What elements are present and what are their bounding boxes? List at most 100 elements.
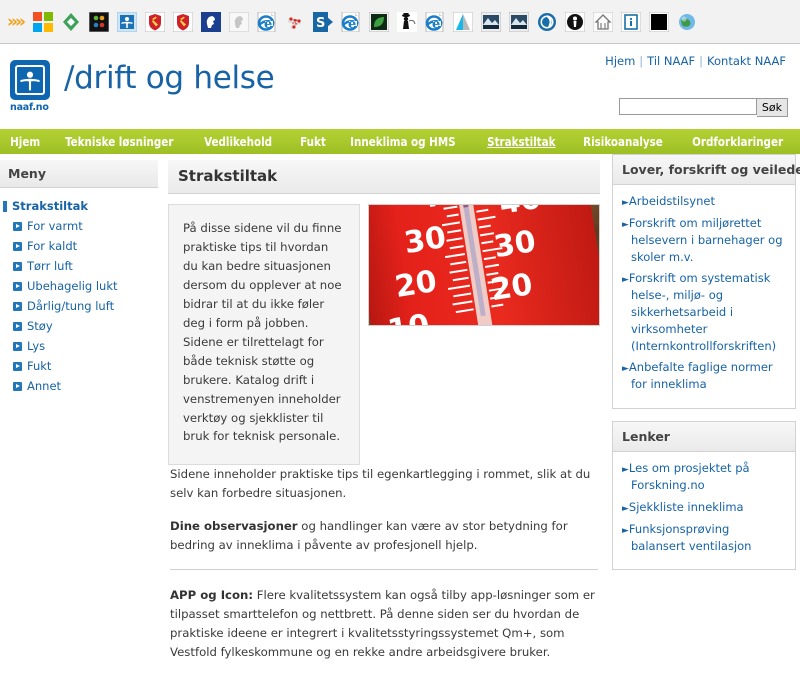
arrow-bullet-icon [13,341,22,351]
search-form[interactable]: Søk [618,98,788,117]
blue-swirl-icon[interactable] [534,9,560,35]
sidebar-item-t-rr-luft[interactable]: Tørr luft [0,256,158,276]
green-diamond-icon[interactable] [58,9,84,35]
panel-links[interactable]: ►Les om prosjektet på Forskning.no ►Sjekk… [613,452,795,569]
joomla-icon[interactable] [86,9,112,35]
arrow-bullet-icon [13,221,22,231]
nav-item-vedlikehold[interactable]: Vedlikehold [194,134,282,149]
black-square-icon[interactable] [646,9,672,35]
sidebar-item-st-y[interactable]: Støy [0,316,158,336]
panel-lover-forskrift-og-veiledere: Lover, forskrift og veiledere ►Arbeidstil… [612,154,800,409]
nav-item-strakstiltak[interactable]: Strakstiltak [477,134,566,149]
naaf-person-icon [20,71,40,91]
sidebar-item-label[interactable]: Støy [27,319,53,333]
nav-item-ordforklaringer[interactable]: Ordforklaringer [682,134,793,149]
red-pinwheel-icon[interactable] [282,9,308,35]
grey-lion-icon[interactable] [226,9,252,35]
sidebar-item-label[interactable]: Fukt [27,359,51,373]
nav-item-tekniske-l-sninger[interactable]: Tekniske løsninger [55,134,184,149]
top-link-separator-2: | [699,54,704,68]
sidebar-item-label[interactable]: Dårlig/tung luft [27,299,114,313]
paragraph-1: Sidene inneholder praktiske tips til ege… [170,467,591,501]
sidebar-item-annet[interactable]: Annet [0,376,158,396]
nav-item-risikoanalyse[interactable]: Risikoanalyse [573,134,673,149]
oslo-lion-icon[interactable] [198,9,224,35]
nav-item-fukt[interactable]: Fukt [290,134,336,149]
intro-row: På disse sidene vil du finne praktiske t… [168,204,600,466]
internet-explorer-icon[interactable]: e [254,9,280,35]
page-title: /drift og helse [64,60,275,96]
naaf-icon[interactable] [114,9,140,35]
house-outline-icon[interactable] [590,9,616,35]
panel-link[interactable]: ►Forskrift om systematisk helse-, miljø-… [622,270,786,354]
sidebar-item-ubehagelig-lukt[interactable]: Ubehagelig lukt [0,276,158,296]
black-circle-figure-icon[interactable] [562,9,588,35]
panel-links[interactable]: ►Arbeidstilsynet ►Forskrift om miljørette… [613,185,795,408]
triangle-bullet-icon: ► [622,464,629,475]
search-input[interactable] [618,98,757,115]
panel-link[interactable]: ►Forskrift om miljørettet helsevern i ba… [622,215,786,265]
naaf-logo-mark [10,60,50,100]
search-button[interactable]: Søk [756,98,788,117]
panel-link[interactable]: ►Les om prosjektet på Forskning.no [622,460,786,494]
naaf-logo-frame [15,65,45,95]
sidebar-item-label[interactable]: Strakstiltak [12,199,88,213]
panel-lenker: Lenker ►Les om prosjektet på Forskning.no… [612,420,796,571]
arrow-bullet-icon [13,301,22,311]
triangle-bullet-icon: ► [622,364,629,375]
arrow-bullet-icon [13,381,22,391]
panel-title: Lover, forskrift og veiledere [613,155,800,185]
globe-icon[interactable] [674,9,700,35]
sharepoint-icon[interactable]: S [310,9,336,35]
sidebar-item-for-kaldt[interactable]: For kaldt [0,236,158,256]
info-icon[interactable] [618,9,644,35]
top-link-hjem[interactable]: Hjem [605,54,635,68]
top-link-kontakt-naaf[interactable]: Kontakt NAAF [707,54,786,68]
top-link-til-naaf[interactable]: Til NAAF [647,54,695,68]
arrow-bullet-icon [13,261,22,271]
sidebar-menu[interactable]: Strakstiltak For varmt For kaldt Tørr luft U… [0,188,158,396]
chimney-sweep-icon[interactable] [394,9,420,35]
browser-bookmarks-bar[interactable]: »» e Se e [0,0,800,44]
sidebar-item-label[interactable]: Annet [27,379,61,393]
sidebar-item-label[interactable]: Ubehagelig lukt [27,279,118,293]
arrow-bullet-icon [13,281,22,291]
chevron-overflow-icon[interactable]: »» [2,9,28,35]
sidebar-item-strakstiltak[interactable]: Strakstiltak [0,196,158,216]
web-page: Hjem | Til NAAF | Kontakt NAAF naaf.no /drif… [0,44,800,675]
sidebar-item-label[interactable]: For kaldt [27,239,77,253]
sidebar-item-fukt[interactable]: Fukt [0,356,158,376]
nav-item-hjem[interactable]: Hjem [0,134,50,149]
internet-explorer-icon-2[interactable]: e [338,9,364,35]
internet-explorer-icon-3[interactable]: e [422,9,448,35]
paragraph-3: APP og Icon: Flere kvalitetssystem kan o… [170,586,598,662]
blue-house-icon[interactable] [450,9,476,35]
sidebar-item-lys[interactable]: Lys [0,336,158,356]
sidebar-item-for-varmt[interactable]: For varmt [0,216,158,236]
mountain-photo-icon[interactable] [478,9,504,35]
microsoft-icon[interactable] [30,9,56,35]
svg-text:e: e [348,17,356,32]
mountain-photo-icon-2[interactable] [506,9,532,35]
naaf-logo[interactable]: naaf.no [10,60,54,113]
panel-link[interactable]: ►Funksjonsprøving balansert ventilasjon [622,521,786,555]
panel-title: Lenker [613,421,795,452]
site-brand[interactable]: naaf.no /drift og helse [10,60,275,113]
panel-link[interactable]: ►Sjekkliste inneklima [622,499,786,516]
sidebar-item-label[interactable]: Tørr luft [27,259,73,273]
panel-link[interactable]: ►Arbeidstilsynet [622,193,786,210]
content-columns: Meny Strakstiltak For varmt For kaldt Tørr … [0,154,800,675]
nav-item-inneklima-og-hms[interactable]: Inneklima og HMS [340,134,466,149]
green-leaf-icon[interactable] [366,9,392,35]
norway-coat-of-arms-icon-2[interactable] [170,9,196,35]
panel-link[interactable]: ►Anbefalte faglige normer for inneklima [622,359,786,393]
main-navigation[interactable]: Hjem Tekniske løsninger Vedlikehold Fukt Inn… [0,129,800,154]
norway-coat-of-arms-icon[interactable] [142,9,168,35]
sidebar-item-label[interactable]: Lys [27,339,45,353]
sidebar-item-d-rlig-tung-luft[interactable]: Dårlig/tung luft [0,296,158,316]
top-utility-links[interactable]: Hjem | Til NAAF | Kontakt NAAF [605,54,786,68]
sidebar-item-label[interactable]: For varmt [27,219,83,233]
content-heading: Strakstiltak [178,167,278,185]
svg-text:e: e [432,17,440,32]
content-divider [170,569,598,571]
